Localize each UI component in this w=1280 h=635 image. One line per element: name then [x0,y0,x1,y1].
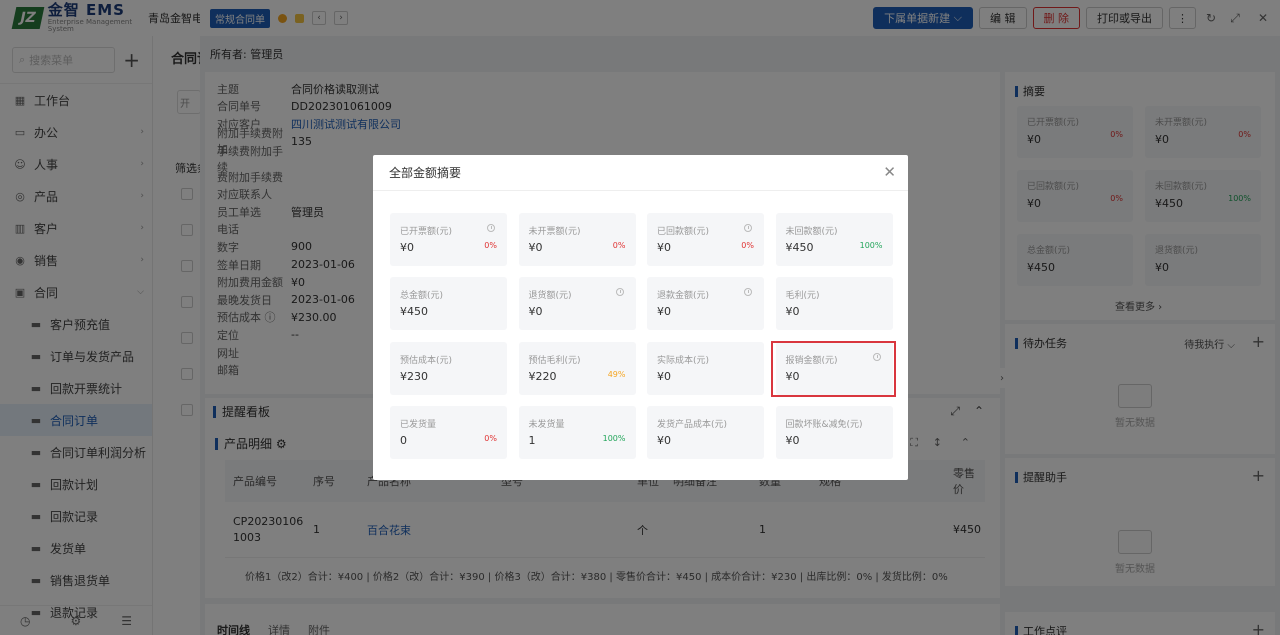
metric-card[interactable]: 总金额(元) ¥450 [390,277,507,331]
modal-header: 全部金额摘要 ✕ [373,155,908,191]
metric-percent: 100% [602,433,626,443]
metric-card[interactable]: 退款金额(元) ¥0 [647,277,764,331]
metric-label: 预估毛利(元) [528,355,581,366]
metric-percent: 0% [741,241,754,250]
metric-value: ¥450 [785,241,814,254]
metric-card[interactable]: 退货额(元) ¥0 [518,277,636,331]
metric-value: ¥0 [785,305,800,319]
metric-label: 未发货量 [528,419,565,430]
amount-summary-modal: 全部金额摘要 ✕ 已开票额(元) ¥0 0% 未开票额(元) ¥0 0% 已回款额(元) ¥0… [373,155,908,480]
metric-label: 总金额(元) [400,291,444,302]
metric-card[interactable]: 发货产品成本(元) ¥0 [647,405,764,459]
metric-card[interactable]: 已发货量 0 0% [390,405,507,459]
metric-value: 1 [528,433,536,447]
metric-value: ¥230 [400,369,428,383]
close-icon[interactable]: ✕ [883,164,896,180]
metric-percent: 49% [607,369,626,379]
metric-card[interactable]: 回款坏账&减免(元) ¥0 [775,405,893,459]
clock-icon [487,224,495,232]
clock-icon [615,288,624,297]
metric-card[interactable]: 已回款额(元) ¥0 0% [647,213,764,266]
metric-label: 未回款额(元) [785,227,838,237]
metric-value: ¥0 [657,241,671,254]
metric-label: 退款金额(元) [657,291,710,302]
metric-value: ¥0 [528,241,543,254]
metric-card[interactable]: 已开票额(元) ¥0 0% [390,213,507,266]
metric-card[interactable]: 实际成本(元) ¥0 [647,341,764,395]
metric-value: ¥0 [657,305,671,319]
metric-value: 0 [400,433,407,447]
metric-value: ¥0 [657,369,671,383]
metric-card[interactable]: 未回款额(元) ¥450 100% [775,213,893,266]
metric-card[interactable]: 毛利(元) ¥0 [775,277,893,331]
metric-percent: 0% [484,433,497,443]
metric-value: ¥0 [528,305,543,319]
metric-label: 回款坏账&减免(元) [785,419,863,430]
metric-label: 发货产品成本(元) [657,419,728,430]
metric-label: 退货额(元) [528,291,572,302]
metric-value: ¥450 [400,305,428,319]
metric-label: 已开票额(元) [400,227,453,237]
metric-value: ¥0 [785,433,800,447]
metric-percent: 0% [484,241,497,250]
metric-value: ¥220 [528,369,557,383]
metric-percent: 100% [859,241,883,250]
metric-label: 已回款额(元) [657,227,710,237]
modal-title: 全部金额摘要 [389,166,462,180]
metric-label: 已发货量 [400,419,437,430]
metric-label: 未开票额(元) [528,227,581,237]
metric-card[interactable]: 预估成本(元) ¥230 [390,341,507,395]
metric-value: ¥0 [400,241,414,254]
highlight-box [771,341,896,397]
metric-card[interactable]: 未发货量 1 100% [518,405,636,459]
metric-card[interactable]: 未开票额(元) ¥0 0% [518,213,636,266]
clock-icon [744,224,752,232]
metric-label: 预估成本(元) [400,355,453,366]
metric-label: 实际成本(元) [657,355,710,366]
metric-percent: 0% [612,241,626,250]
metric-label: 毛利(元) [785,291,820,302]
metric-value: ¥0 [657,433,671,447]
metric-card[interactable]: 预估毛利(元) ¥220 49% [518,341,636,395]
clock-icon [744,288,752,297]
